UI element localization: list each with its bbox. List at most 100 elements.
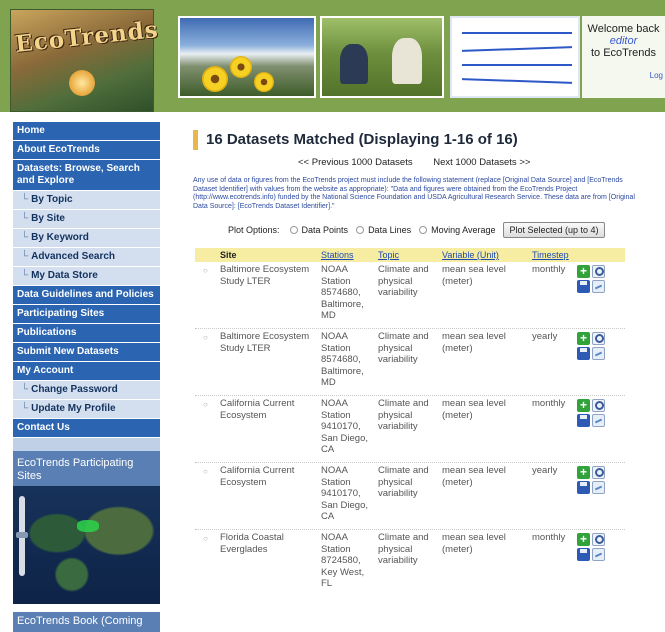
flower-graphic xyxy=(202,66,228,92)
world-map[interactable] xyxy=(13,486,160,604)
table-row: ○ Baltimore Ecosystem Study LTER NOAA Stat… xyxy=(195,328,625,395)
cell-site: Baltimore Ecosystem Study LTER xyxy=(220,331,310,354)
plot-graph-icon[interactable] xyxy=(592,347,605,360)
nav-by-keyword[interactable]: └ By Keyword xyxy=(13,229,160,248)
table-row: ○ California Current Ecosystem NOAA Statio… xyxy=(195,462,625,529)
time-series-chart-graphic xyxy=(450,16,580,98)
radio-icon xyxy=(419,226,428,234)
plot-graph-icon[interactable] xyxy=(592,481,605,494)
nav-label: Publications xyxy=(17,327,77,338)
download-icon[interactable] xyxy=(577,414,590,427)
nav-home[interactable]: Home xyxy=(13,122,160,141)
row-select-radio[interactable]: ○ xyxy=(203,467,208,476)
column-topic[interactable]: Topic xyxy=(378,250,399,260)
cell-timestep: monthly xyxy=(532,532,566,543)
tree-branch-icon: └ xyxy=(21,403,29,414)
column-site: Site xyxy=(220,250,237,260)
logout-link[interactable]: Log xyxy=(582,71,665,80)
column-variable[interactable]: Variable (Unit) xyxy=(442,250,499,260)
row-select-radio[interactable]: ○ xyxy=(203,400,208,409)
citation-notice: Any use of data or figures from the EcoT… xyxy=(193,177,635,210)
plot-selected-button[interactable]: Plot Selected (up to 4) xyxy=(503,222,605,238)
cell-variable: mean sea level (meter) xyxy=(442,465,506,488)
nav-data-guidelines[interactable]: Data Guidelines and Policies xyxy=(13,286,160,305)
nav-participating-sites[interactable]: Participating Sites xyxy=(13,305,160,324)
nav-by-site[interactable]: └ By Site xyxy=(13,210,160,229)
participating-sites-heading: EcoTrends Participating Sites xyxy=(13,451,160,486)
welcome-box: Welcome back editor to EcoTrends Log xyxy=(582,16,665,98)
ecotrends-logo[interactable]: EcoTrends xyxy=(10,9,160,112)
download-icon[interactable] xyxy=(577,481,590,494)
nav-label: Contact Us xyxy=(17,422,70,433)
researcher-figure xyxy=(340,44,368,84)
row-select-radio[interactable]: ○ xyxy=(203,333,208,342)
plot-graph-icon[interactable] xyxy=(592,548,605,561)
site-cluster-marker[interactable] xyxy=(77,520,99,532)
radio-icon xyxy=(289,226,298,234)
view-details-icon[interactable] xyxy=(592,332,605,345)
cell-station: NOAA Station 9410170, San Diego, CA xyxy=(321,465,369,522)
next-page-link[interactable]: Next 1000 Datasets >> xyxy=(433,157,530,168)
download-icon[interactable] xyxy=(577,548,590,561)
view-details-icon[interactable] xyxy=(592,466,605,479)
plot-options-label: Plot Options: xyxy=(228,225,280,235)
row-select-radio[interactable]: ○ xyxy=(203,266,208,275)
cell-topic: Climate and physical variability xyxy=(378,532,429,566)
nav-label: Participating Sites xyxy=(17,308,105,319)
view-details-icon[interactable] xyxy=(592,399,605,412)
add-to-datastore-icon[interactable]: + xyxy=(577,332,590,345)
add-to-datastore-icon[interactable]: + xyxy=(577,265,590,278)
plot-graph-icon[interactable] xyxy=(592,414,605,427)
column-stations[interactable]: Stations xyxy=(321,250,354,260)
sun-graphic xyxy=(69,70,95,96)
nav-label: Datasets: Browse, Search and Explore xyxy=(17,163,140,186)
tree-branch-icon: └ xyxy=(21,251,29,262)
moving-average-radio[interactable]: Moving Average xyxy=(419,225,495,235)
view-details-icon[interactable] xyxy=(592,265,605,278)
table-row: ○ California Current Ecosystem NOAA Statio… xyxy=(195,395,625,462)
nav-about[interactable]: About EcoTrends xyxy=(13,141,160,160)
nav-label: Change Password xyxy=(31,384,118,395)
nav-change-password[interactable]: └ Change Password xyxy=(13,381,160,400)
chart-line xyxy=(462,78,572,84)
cell-station: NOAA Station 9410170, San Diego, CA xyxy=(321,398,369,455)
chart-line xyxy=(462,32,572,34)
row-select-radio[interactable]: ○ xyxy=(203,534,208,543)
data-lines-radio[interactable]: Data Lines xyxy=(356,225,411,235)
tree-branch-icon: └ xyxy=(21,232,29,243)
cell-timestep: monthly xyxy=(532,264,566,275)
data-points-radio[interactable]: Data Points xyxy=(289,225,348,235)
column-timestep[interactable]: Timestep xyxy=(532,250,569,260)
add-to-datastore-icon[interactable]: + xyxy=(577,399,590,412)
tree-branch-icon: └ xyxy=(21,213,29,224)
previous-page-link[interactable]: << Previous 1000 Datasets xyxy=(298,157,413,168)
cell-site: Baltimore Ecosystem Study LTER xyxy=(220,264,310,287)
chart-line xyxy=(462,46,572,52)
nav-my-account[interactable]: My Account xyxy=(13,362,160,381)
plot-graph-icon[interactable] xyxy=(592,280,605,293)
view-details-icon[interactable] xyxy=(592,533,605,546)
nav-datasets[interactable]: Datasets: Browse, Search and Explore xyxy=(13,160,160,191)
username-link[interactable]: editor xyxy=(582,35,665,47)
researcher-figure xyxy=(392,38,422,84)
cell-station: NOAA Station 8574680, Baltimore, MD xyxy=(321,264,364,321)
nav-update-profile[interactable]: └ Update My Profile xyxy=(13,400,160,419)
cell-station: NOAA Station 8724580, Key West, FL xyxy=(321,532,365,589)
nav-publications[interactable]: Publications xyxy=(13,324,160,343)
map-zoom-slider[interactable] xyxy=(16,496,28,576)
cell-timestep: yearly xyxy=(532,465,558,476)
welcome-text: to EcoTrends xyxy=(590,47,656,59)
download-icon[interactable] xyxy=(577,347,590,360)
table-header: Site Stations Topic Variable (Unit) Time… xyxy=(195,248,625,262)
download-icon[interactable] xyxy=(577,280,590,293)
nav-by-topic[interactable]: └ By Topic xyxy=(13,191,160,210)
nav-my-data-store[interactable]: └ My Data Store xyxy=(13,267,160,286)
nav-advanced-search[interactable]: └ Advanced Search xyxy=(13,248,160,267)
plot-options: Plot Options: Data Points Data Lines Mov… xyxy=(228,222,605,238)
add-to-datastore-icon[interactable]: + xyxy=(577,533,590,546)
nav-submit-datasets[interactable]: Submit New Datasets xyxy=(13,343,160,362)
nav-contact-us[interactable]: Contact Us xyxy=(13,419,160,438)
cell-timestep: yearly xyxy=(532,331,558,342)
add-to-datastore-icon[interactable]: + xyxy=(577,466,590,479)
cell-variable: mean sea level (meter) xyxy=(442,398,506,421)
